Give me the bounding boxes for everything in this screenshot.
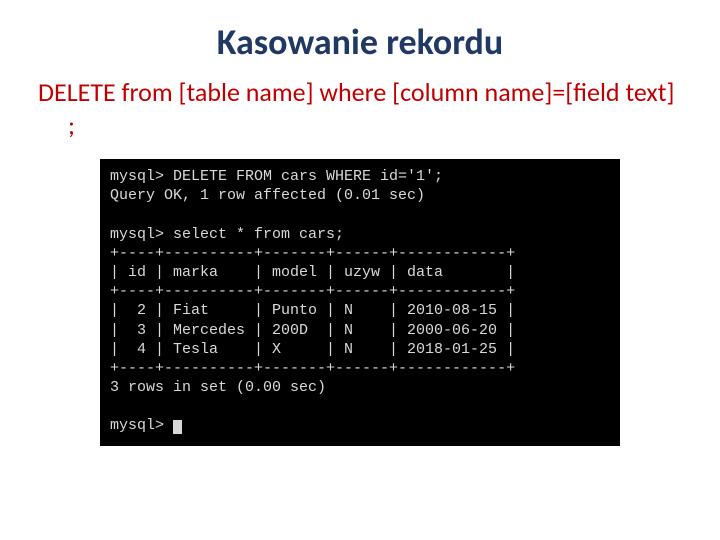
slide-title: Kasowanie rekordu: [0, 20, 720, 64]
terminal-prompt: mysql>: [110, 417, 173, 434]
terminal-line: | id | marka | model | uzyw | data |: [110, 264, 515, 281]
terminal-line: +----+----------+-------+------+--------…: [110, 360, 515, 377]
terminal-line: mysql> DELETE FROM cars WHERE id='1';: [110, 168, 443, 185]
terminal-cursor-icon: [173, 420, 182, 434]
terminal-line: +----+----------+-------+------+--------…: [110, 245, 515, 262]
terminal-line: 3 rows in set (0.00 sec): [110, 379, 326, 396]
terminal-line: Query OK, 1 row affected (0.01 sec): [110, 187, 425, 204]
terminal-line: | 4 | Tesla | X | N | 2018-01-25 |: [110, 341, 515, 358]
terminal-line: | 3 | Mercedes | 200D | N | 2000-06-20 |: [110, 322, 515, 339]
terminal-line: | 2 | Fiat | Punto | N | 2010-08-15 |: [110, 302, 515, 319]
terminal-line: mysql> select * from cars;: [110, 226, 344, 243]
delete-syntax-text: DELETE from [table name] where [column n…: [38, 76, 682, 141]
terminal-line: +----+----------+-------+------+--------…: [110, 283, 515, 300]
slide: Kasowanie rekordu DELETE from [table nam…: [0, 20, 720, 540]
terminal-output: mysql> DELETE FROM cars WHERE id='1'; Qu…: [110, 167, 610, 436]
terminal-screenshot: mysql> DELETE FROM cars WHERE id='1'; Qu…: [100, 159, 620, 446]
